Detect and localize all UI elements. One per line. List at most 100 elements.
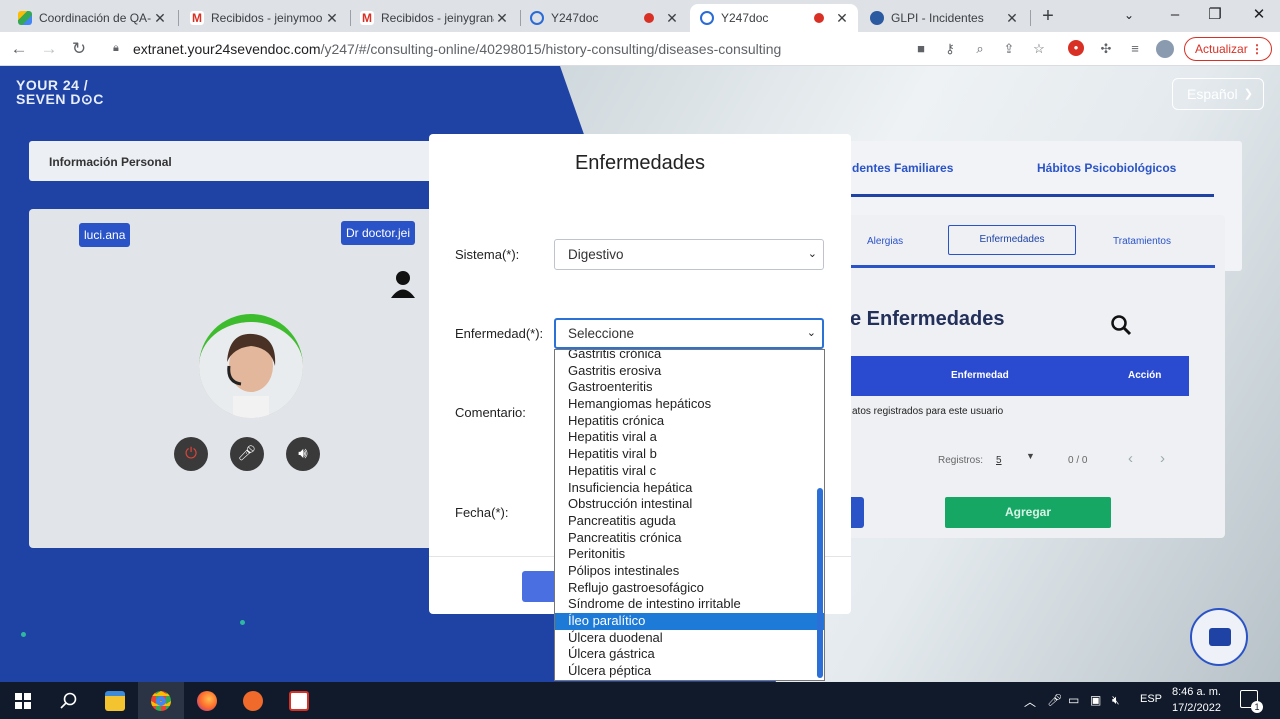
- save-button[interactable]: [522, 571, 554, 602]
- person-icon: [391, 271, 415, 298]
- chrome-icon[interactable]: [138, 682, 184, 719]
- forward-arrow-icon[interactable]: →: [38, 38, 60, 60]
- battery-icon[interactable]: ▭: [1068, 693, 1079, 707]
- address-bar[interactable]: extranet.your24sevendoc.com/y247/#/consu…: [133, 41, 781, 57]
- dropdown-option[interactable]: Pancreatitis aguda: [555, 513, 824, 530]
- hang-up-power-icon[interactable]: ⏻: [174, 437, 208, 471]
- extension-record-icon[interactable]: ●: [1068, 40, 1084, 56]
- key-icon[interactable]: ⚷: [941, 40, 959, 58]
- pdf-reader-icon[interactable]: [276, 682, 322, 719]
- section-title: e Enfermedades: [850, 308, 1005, 330]
- sistema-select[interactable]: Digestivo ⌄: [554, 239, 824, 270]
- browser-tab[interactable]: M Recibidos - jeinymoo ✕: [180, 4, 348, 32]
- page-size-select[interactable]: 5: [996, 455, 1002, 466]
- volume-muted-icon[interactable]: 🔇︎: [1112, 693, 1120, 708]
- tab-antecedentes-familiares[interactable]: dentes Familiares: [852, 161, 953, 175]
- dropdown-option-highlighted[interactable]: Íleo paralítico: [555, 613, 824, 630]
- pencil-app-icon[interactable]: [230, 682, 276, 719]
- dropdown-option[interactable]: Insuficiencia hepática: [555, 480, 824, 497]
- browser-tab[interactable]: Coordinación de QA- ✕: [8, 4, 176, 32]
- chevron-up-icon[interactable]: ︿: [1024, 693, 1036, 710]
- caret-down-icon[interactable]: ▼: [1026, 451, 1035, 461]
- previous-page-icon[interactable]: ‹: [1128, 450, 1133, 467]
- network-icon[interactable]: ▣: [1090, 693, 1101, 707]
- close-icon[interactable]: ✕: [152, 10, 168, 27]
- dropdown-option[interactable]: Gastritis erosiva: [555, 363, 824, 380]
- file-explorer-icon[interactable]: [92, 682, 138, 719]
- dropdown-option[interactable]: Hemangiomas hepáticos: [555, 396, 824, 413]
- dropdown-option[interactable]: Gastritis crónica: [555, 350, 824, 363]
- dropdown-option[interactable]: Hepatitis viral a: [555, 429, 824, 446]
- dropdown-option[interactable]: Úlcera duodenal: [555, 630, 824, 647]
- windows-start-icon[interactable]: [0, 682, 46, 719]
- input-language[interactable]: ESP: [1140, 693, 1162, 705]
- dropdown-scrollbar[interactable]: [817, 488, 823, 678]
- search-icon[interactable]: [1110, 314, 1132, 336]
- speaker-icon[interactable]: 🔊︎: [286, 437, 320, 471]
- camera-icon[interactable]: ■: [912, 40, 930, 58]
- next-page-icon[interactable]: ›: [1160, 450, 1165, 467]
- dropdown-option[interactable]: Síndrome de intestino irritable: [555, 596, 824, 613]
- reload-icon[interactable]: ↻: [68, 38, 90, 60]
- reading-list-icon[interactable]: ≡: [1126, 40, 1144, 58]
- firefox-icon[interactable]: [184, 682, 230, 719]
- menu-dots-icon[interactable]: ⋮: [1251, 38, 1263, 60]
- system-clock[interactable]: 8:46 a. m. 17/2/2022: [1172, 684, 1221, 716]
- subtab-alergias[interactable]: Alergias: [867, 236, 903, 247]
- gmail-icon: M: [190, 11, 204, 25]
- dropdown-option[interactable]: Hepatitis crónica: [555, 413, 824, 430]
- enfermedad-dropdown-list[interactable]: Gastritis crónica Gastritis erosiva Gast…: [554, 349, 825, 681]
- enfermedad-label: Enfermedad(*):: [455, 326, 544, 341]
- browser-tab[interactable]: M Recibidos - jeinygrana ✕: [350, 4, 518, 32]
- dropdown-option[interactable]: Reflujo gastroesofágico: [555, 580, 824, 597]
- notifications-icon[interactable]: 1: [1240, 690, 1263, 713]
- browser-tab[interactable]: Y247doc ✕: [520, 4, 688, 32]
- close-icon[interactable]: ✕: [494, 10, 510, 27]
- browser-tab-active[interactable]: Y247doc ✕: [690, 4, 858, 32]
- enfermedad-select[interactable]: Seleccione ⌄: [554, 318, 824, 349]
- share-icon[interactable]: ⇪: [1000, 40, 1018, 58]
- close-icon[interactable]: ✕: [664, 10, 680, 27]
- close-icon[interactable]: ✕: [324, 10, 340, 27]
- new-tab-plus-icon[interactable]: +: [1036, 5, 1060, 29]
- back-arrow-icon[interactable]: ←: [8, 38, 30, 60]
- chat-button[interactable]: [1190, 608, 1248, 666]
- dropdown-option[interactable]: Hepatitis viral c: [555, 463, 824, 480]
- url-host: extranet.your24sevendoc.com: [133, 41, 321, 57]
- microphone-icon[interactable]: 🎤︎: [230, 437, 264, 471]
- extensions-puzzle-icon[interactable]: ✣: [1097, 40, 1115, 58]
- close-icon[interactable]: ✕: [834, 10, 850, 27]
- dropdown-option[interactable]: Peritonitis: [555, 546, 824, 563]
- profile-avatar-icon[interactable]: [1156, 40, 1174, 58]
- comentario-label: Comentario:: [455, 405, 526, 420]
- restore-icon[interactable]: ❐: [1192, 0, 1238, 32]
- dropdown-option[interactable]: Úlcera péptica: [555, 663, 824, 680]
- personal-info-header[interactable]: Información Personal: [29, 141, 449, 181]
- update-button[interactable]: Actualizar ⋮: [1184, 37, 1272, 61]
- search-icon[interactable]: [46, 682, 92, 719]
- browser-tab[interactable]: GLPI - Incidentes ✕: [860, 4, 1028, 32]
- dropdown-option[interactable]: Pólipos intestinales: [555, 563, 824, 580]
- secondary-button[interactable]: [851, 497, 864, 528]
- add-button[interactable]: Agregar: [945, 497, 1111, 528]
- tab-title: Y247doc: [721, 11, 769, 25]
- dropdown-option[interactable]: Úlcera gástrica: [555, 646, 824, 663]
- zoom-icon[interactable]: ⌕: [971, 40, 989, 58]
- dropdown-option[interactable]: Pancreatitis crónica: [555, 530, 824, 547]
- microphone-tray-icon[interactable]: 🎤︎: [1047, 693, 1062, 707]
- logo[interactable]: YOUR 24 / SEVEN D⊙C: [16, 78, 104, 106]
- bookmark-star-icon[interactable]: ☆: [1030, 40, 1048, 58]
- chevron-down-icon: ⌄: [806, 327, 816, 339]
- close-icon[interactable]: ✕: [1004, 10, 1020, 27]
- dropdown-option[interactable]: Hepatitis viral b: [555, 446, 824, 463]
- subtab-tratamientos[interactable]: Tratamientos: [1113, 236, 1171, 247]
- gmail-icon: M: [360, 11, 374, 25]
- tab-search-chevron-icon[interactable]: ⌄: [1106, 0, 1152, 32]
- dropdown-option[interactable]: Gastroenteritis: [555, 379, 824, 396]
- language-select[interactable]: Español ❯: [1172, 78, 1264, 110]
- google-drive-icon: [18, 11, 32, 25]
- subtab-enfermedades[interactable]: Enfermedades: [948, 225, 1076, 255]
- tab-habitos-psicobiologicos[interactable]: Hábitos Psicobiológicos: [1037, 161, 1176, 175]
- close-window-icon[interactable]: ✕: [1236, 0, 1280, 32]
- dropdown-option[interactable]: Obstrucción intestinal: [555, 496, 824, 513]
